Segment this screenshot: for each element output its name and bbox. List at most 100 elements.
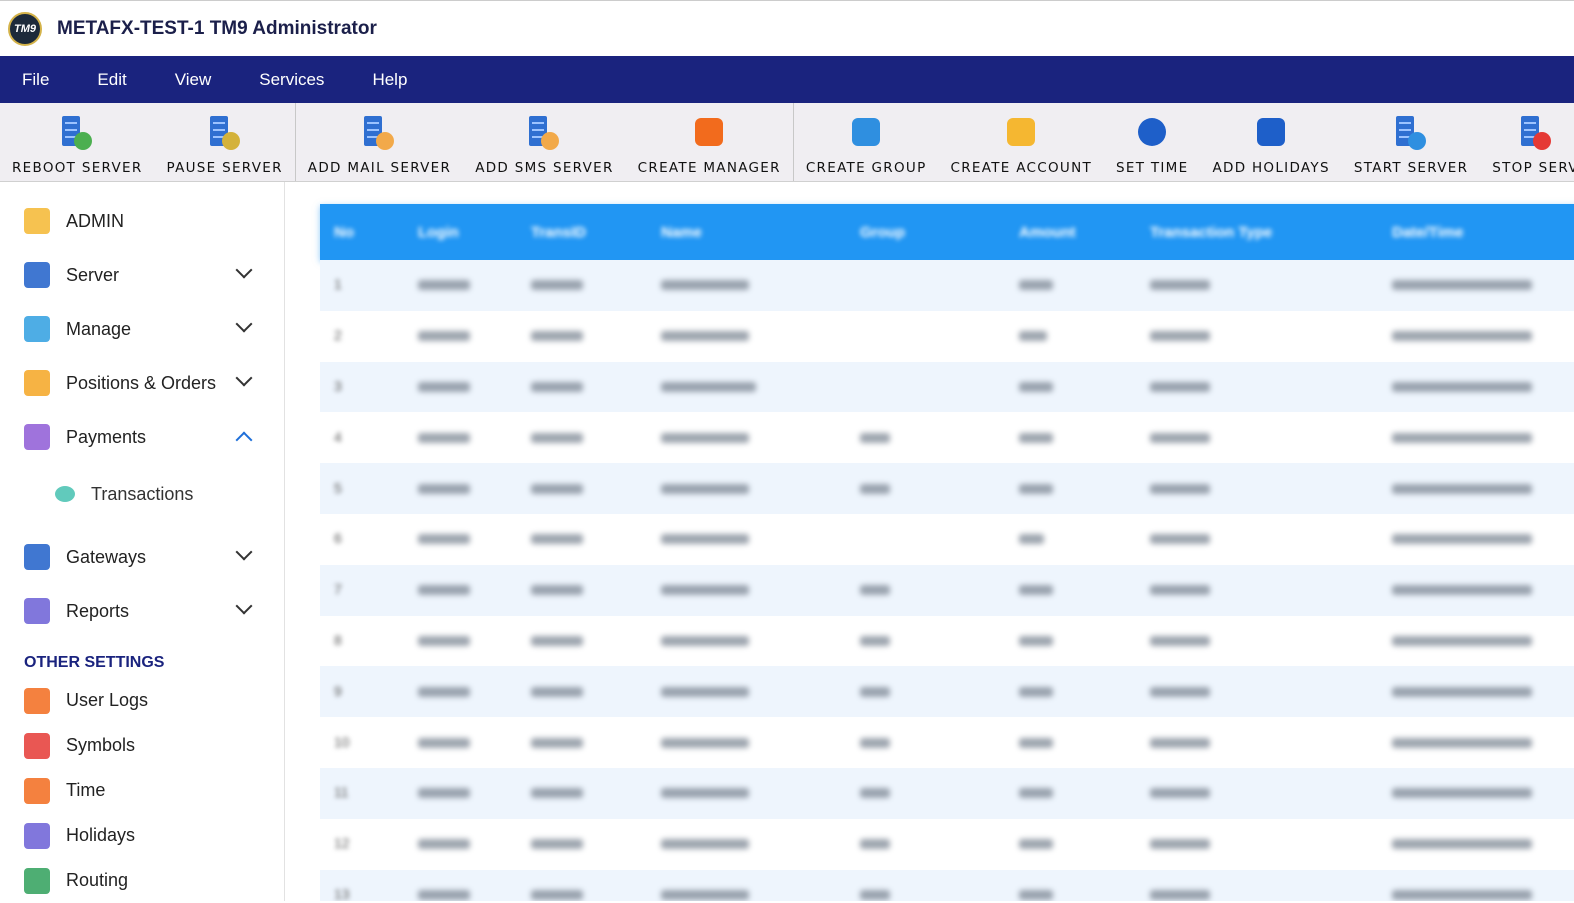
table-row[interactable]: 13 xyxy=(320,869,1574,901)
table-cell xyxy=(846,585,1005,596)
table-cell xyxy=(647,534,846,545)
column-header[interactable]: Date/Time xyxy=(1378,224,1574,241)
table-cell xyxy=(404,381,517,392)
sidebar-item-server[interactable]: Server xyxy=(0,248,284,302)
sidebar-item-positions-orders[interactable]: Positions & Orders xyxy=(0,356,284,410)
table-row[interactable]: 9 xyxy=(320,666,1574,718)
sidebar: ADMIN Server Manage Positions & Orders Payme… xyxy=(0,182,285,901)
table-cell xyxy=(1005,381,1136,392)
chevron-down-icon[interactable] xyxy=(235,369,253,387)
table-row[interactable]: 1 xyxy=(320,260,1574,311)
table-cell xyxy=(1378,737,1574,748)
create-account-button[interactable]: CREATE ACCOUNT xyxy=(939,103,1105,181)
chevron-down-icon[interactable] xyxy=(235,543,253,561)
add-mail-server-button[interactable]: ADD MAIL SERVER xyxy=(296,103,463,181)
table-cell xyxy=(1136,737,1378,748)
row-number: 12 xyxy=(334,835,350,852)
column-header[interactable]: TransID xyxy=(517,224,647,241)
table-row[interactable]: 10 xyxy=(320,717,1574,768)
table-row[interactable]: 3 xyxy=(320,361,1574,413)
symbols-icon xyxy=(24,732,50,759)
column-header[interactable]: Amount xyxy=(1005,224,1136,241)
row-number: 7 xyxy=(334,581,342,598)
menu-services[interactable]: Services xyxy=(235,70,348,90)
column-header[interactable]: Group xyxy=(846,224,1005,241)
table-cell xyxy=(647,737,846,748)
sidebar-item-routing[interactable]: Routing xyxy=(0,858,284,903)
sidebar-item-gateways[interactable]: Gateways xyxy=(0,530,284,584)
add-sms-server-button[interactable]: ADD SMS SERVER xyxy=(463,103,625,181)
table-cell xyxy=(1136,889,1378,900)
create-group-button[interactable]: CREATE GROUP xyxy=(794,103,939,181)
user-logs-icon xyxy=(24,687,50,714)
stop-serv-button[interactable]: STOP SERV xyxy=(1480,103,1574,181)
table-cell xyxy=(1136,585,1378,596)
add-holidays-button[interactable]: ADD HOLIDAYS xyxy=(1200,103,1341,181)
create-manager-button[interactable]: CREATE MANAGER xyxy=(626,103,793,181)
table-cell: 3 xyxy=(320,378,404,396)
table-cell xyxy=(517,788,647,799)
clock-icon xyxy=(1135,116,1169,150)
menu-help[interactable]: Help xyxy=(348,70,431,90)
table-cell: 13 xyxy=(320,886,404,901)
table-cell xyxy=(517,889,647,900)
pause-server-button[interactable]: PAUSE SERVER xyxy=(155,103,295,181)
row-number: 4 xyxy=(334,428,342,445)
sidebar-item-transactions[interactable]: Transactions xyxy=(0,464,284,524)
table-cell xyxy=(1378,635,1574,646)
table-row[interactable]: 12 xyxy=(320,819,1574,870)
set-time-button[interactable]: SET TIME xyxy=(1104,103,1200,181)
column-header[interactable]: Login xyxy=(404,224,517,241)
menu-file[interactable]: File xyxy=(0,70,73,90)
row-number: 10 xyxy=(334,733,350,750)
table-cell: 2 xyxy=(320,327,404,345)
start-server-button[interactable]: START SERVER xyxy=(1342,103,1480,181)
sidebar-item-payments[interactable]: Payments xyxy=(0,410,284,464)
chevron-down-icon[interactable] xyxy=(235,261,253,279)
sidebar-label: Server xyxy=(66,264,120,285)
chevron-down-icon[interactable] xyxy=(235,315,253,333)
sidebar-item-user-logs[interactable]: User Logs xyxy=(0,678,284,723)
sidebar-item-reports[interactable]: Reports xyxy=(0,584,284,638)
toolbar-label: CREATE GROUP xyxy=(805,160,927,176)
table-cell xyxy=(1378,534,1574,545)
table-cell xyxy=(647,889,846,900)
table-cell xyxy=(1136,788,1378,799)
table-cell xyxy=(517,280,647,291)
sidebar-item-manage[interactable]: Manage xyxy=(0,302,284,356)
chevron-up-icon[interactable] xyxy=(235,431,253,449)
table-cell xyxy=(1005,889,1136,900)
sidebar-item-symbols[interactable]: Symbols xyxy=(0,723,284,768)
table-cell xyxy=(647,280,846,291)
manager-icon xyxy=(692,116,726,150)
reboot-server-button[interactable]: REBOOT SERVER xyxy=(0,103,155,181)
table-cell xyxy=(1005,534,1136,545)
table-row[interactable]: 8 xyxy=(320,616,1574,667)
table-row[interactable]: 7 xyxy=(320,564,1574,616)
table-cell xyxy=(647,686,846,697)
window-title: METAFX-TEST-1 TM9 Administrator xyxy=(57,17,377,39)
sidebar-item-holidays[interactable]: Holidays xyxy=(0,813,284,858)
table-row[interactable]: 2 xyxy=(320,311,1574,362)
column-header[interactable]: Name xyxy=(647,224,846,241)
table-cell xyxy=(647,585,846,596)
sidebar-item-time[interactable]: Time xyxy=(0,768,284,813)
table-row[interactable]: 4 xyxy=(320,412,1574,463)
table-cell xyxy=(404,483,517,494)
column-header[interactable]: Transaction Type xyxy=(1136,224,1378,241)
table-row[interactable]: 11 xyxy=(320,767,1574,819)
table-cell xyxy=(647,432,846,443)
column-header[interactable]: No xyxy=(320,224,404,241)
table-cell: 7 xyxy=(320,581,404,599)
menu-view[interactable]: View xyxy=(151,70,236,90)
menu-edit[interactable]: Edit xyxy=(73,70,150,90)
table-row[interactable]: 5 xyxy=(320,463,1574,514)
table-cell xyxy=(647,483,846,494)
sidebar-item-admin[interactable]: ADMIN xyxy=(0,194,284,248)
table-row[interactable]: 6 xyxy=(320,514,1574,565)
toolbar-label: ADD HOLIDAYS xyxy=(1212,160,1330,176)
toolbar-label: START SERVER xyxy=(1353,160,1469,176)
table-cell xyxy=(1005,432,1136,443)
table-cell xyxy=(846,889,1005,900)
chevron-down-icon[interactable] xyxy=(235,597,253,615)
